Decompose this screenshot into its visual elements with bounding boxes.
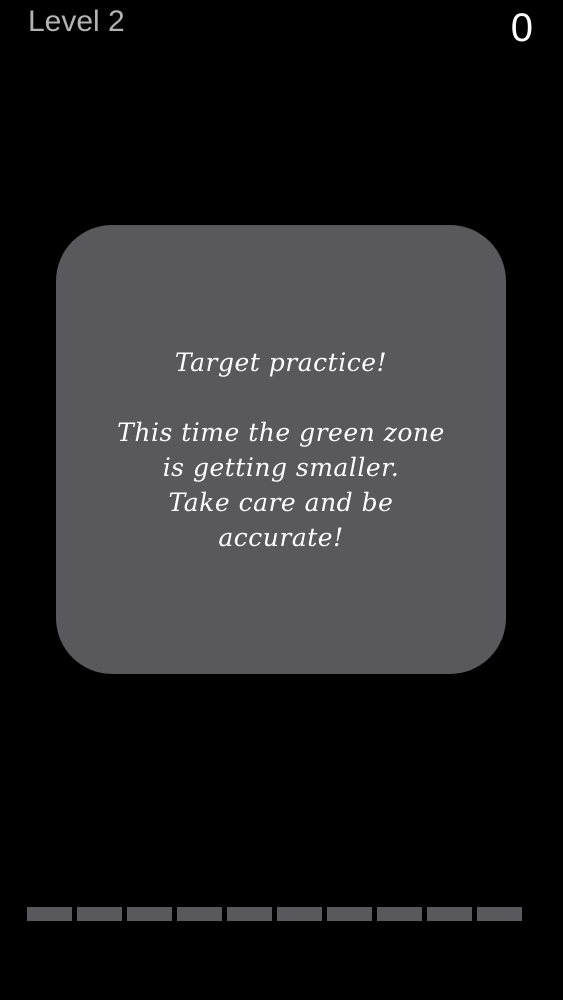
progress-segment [477, 907, 522, 921]
message-title: Target practice! [174, 347, 388, 377]
progress-segment [127, 907, 172, 921]
progress-segment [227, 907, 272, 921]
progress-segment [27, 907, 72, 921]
progress-segment [177, 907, 222, 921]
message-line: accurate! [218, 522, 344, 552]
progress-segment [377, 907, 422, 921]
level-intro-card[interactable]: Target practice! This time the green zon… [56, 225, 506, 674]
level-progress-bar [27, 907, 522, 921]
level-intro-text: Target practice! This time the green zon… [117, 345, 445, 555]
level-label: Level 2 [28, 5, 125, 38]
score-counter: 0 [510, 6, 533, 50]
progress-segment [327, 907, 372, 921]
message-line: is getting smaller. [162, 452, 400, 482]
message-line: This time the green zone [117, 417, 445, 447]
progress-segment [277, 907, 322, 921]
progress-segment [77, 907, 122, 921]
progress-segment [427, 907, 472, 921]
message-line: Take care and be [168, 487, 394, 517]
